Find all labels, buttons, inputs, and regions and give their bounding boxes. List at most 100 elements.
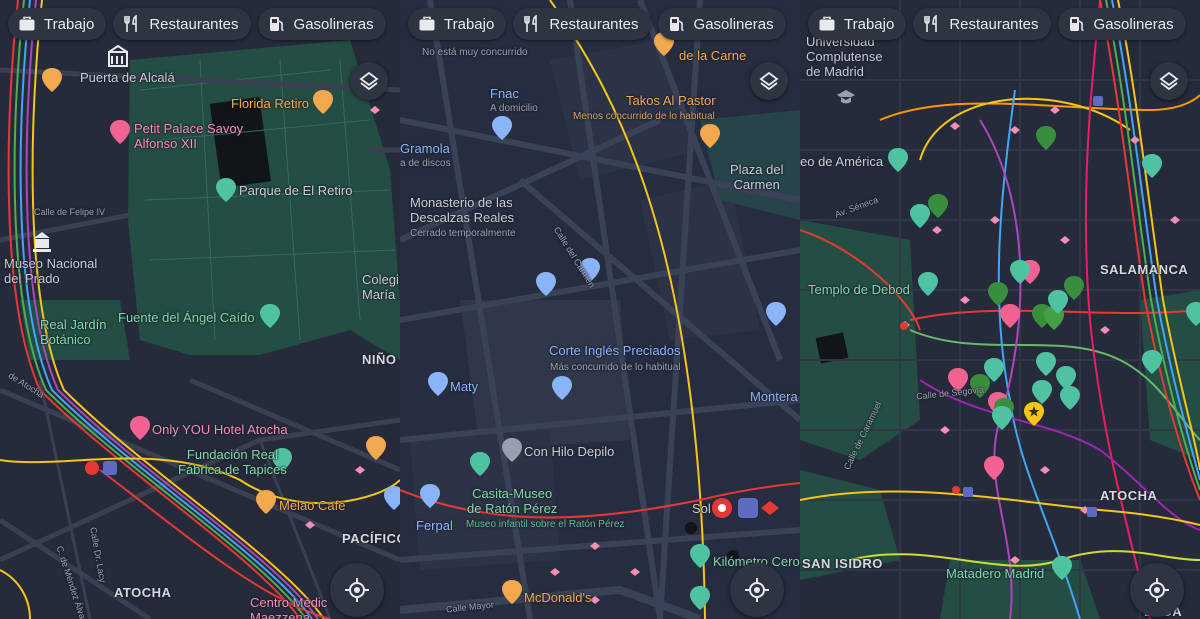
my-location-icon — [1145, 578, 1169, 602]
briefcase-icon — [19, 16, 35, 31]
category-chips: Trabajo Restaurantes Gasolineras — [8, 8, 386, 40]
my-location-icon — [745, 578, 769, 602]
chip-restaurantes[interactable]: Restaurantes — [913, 8, 1051, 40]
map-label: a de discos — [400, 158, 451, 169]
chip-gasolineras[interactable]: Gasolineras — [1057, 8, 1186, 40]
hotel-pin-icon[interactable] — [130, 416, 150, 440]
shop-pin-icon[interactable] — [420, 484, 440, 508]
district-label: ATOCHA — [114, 585, 172, 600]
map-label: Menos concurrido de lo habitual — [573, 111, 715, 122]
map-label: Colegi María D — [362, 272, 400, 302]
layers-button[interactable] — [750, 62, 788, 100]
map-label: Templo de Debod — [808, 282, 910, 297]
map-label: No está muy concurrido — [422, 47, 528, 58]
category-chips: Trabajo Restaurantes Gasolineras — [808, 8, 1186, 40]
gas-pump-icon — [1069, 17, 1084, 31]
monument-pin-icon[interactable] — [690, 586, 710, 610]
chip-label: Trabajo — [844, 15, 895, 33]
shop-pin-icon[interactable] — [428, 372, 448, 396]
hotel-pin-icon[interactable] — [110, 120, 130, 144]
chip-label: Restaurantes — [549, 15, 639, 33]
shop-pin-icon[interactable] — [552, 376, 572, 400]
museum-pin-icon[interactable] — [888, 148, 908, 172]
layers-button[interactable] — [1150, 62, 1188, 100]
map-panel-retiro[interactable]: Puerta de Alcalá Florida Retiro Petit Pa… — [0, 0, 400, 619]
museum-pin-icon[interactable] — [690, 544, 710, 568]
map-label: Matadero Madrid — [946, 566, 1045, 581]
my-location-button[interactable] — [1130, 563, 1184, 617]
place-pin-icon[interactable] — [992, 406, 1012, 430]
map-label: Fundación Real Fábrica de Tapices — [178, 447, 287, 477]
train-station-icon — [738, 498, 758, 518]
generic-pin-icon[interactable] — [502, 438, 522, 462]
monument-icon — [108, 44, 128, 67]
map-label: Puerta de Alcalá — [80, 70, 175, 85]
park-pin-icon[interactable] — [216, 178, 236, 202]
place-pin-icon[interactable] — [1060, 386, 1080, 410]
restaurant-pin-icon[interactable] — [366, 436, 386, 460]
map-panel-madrid[interactable]: Universidad Complutense de Madrid eo de … — [800, 0, 1200, 619]
favorite-pin-icon[interactable] — [1000, 304, 1020, 328]
shop-pin-icon[interactable] — [766, 302, 786, 326]
monument-pin-icon[interactable] — [918, 272, 938, 296]
shop-pin-icon[interactable] — [384, 486, 400, 510]
map-label: Only YOU Hotel Atocha — [152, 422, 288, 437]
my-location-icon — [345, 578, 369, 602]
monument-pin-icon[interactable] — [260, 304, 280, 328]
restaurant-pin-icon[interactable] — [313, 90, 333, 114]
museum-pin-icon[interactable] — [1052, 556, 1072, 580]
saved-pin-icon[interactable] — [1036, 126, 1056, 150]
chip-trabajo[interactable]: Trabajo — [808, 8, 907, 40]
gas-pump-icon — [669, 17, 684, 31]
map-label: Ferpal — [416, 518, 453, 533]
place-pin-icon[interactable] — [1186, 302, 1200, 326]
map-panel-sol[interactable]: No está muy concurrido de la Carne Fnac … — [400, 0, 800, 619]
chip-restaurantes[interactable]: Restaurantes — [113, 8, 251, 40]
fork-knife-icon — [524, 15, 538, 32]
district-label: ATOCHA — [1100, 488, 1158, 503]
chip-label: Trabajo — [444, 15, 495, 33]
restaurant-pin-icon[interactable] — [502, 580, 522, 604]
place-pin-icon[interactable] — [1036, 352, 1056, 376]
place-pin-icon[interactable] — [1032, 380, 1052, 404]
museum-pin-icon[interactable] — [910, 204, 930, 228]
district-label: SALAMANCA — [1100, 262, 1189, 277]
chip-label: Gasolineras — [293, 15, 374, 33]
my-location-button[interactable] — [330, 563, 384, 617]
map-label: Melao Café — [279, 498, 346, 513]
chip-restaurantes[interactable]: Restaurantes — [513, 8, 651, 40]
saved-pin-icon[interactable] — [988, 282, 1008, 306]
map-label: Con Hilo Depilo — [524, 444, 615, 459]
place-pin-icon[interactable] — [1142, 350, 1162, 374]
restaurant-pin-icon[interactable] — [42, 68, 62, 92]
place-pin-icon[interactable] — [1048, 290, 1068, 314]
chip-trabajo[interactable]: Trabajo — [408, 8, 507, 40]
train-station-icon — [103, 461, 117, 475]
restaurant-pin-icon[interactable] — [700, 124, 720, 148]
briefcase-icon — [419, 16, 435, 31]
museum-pin-icon[interactable] — [470, 452, 490, 476]
shop-pin-icon[interactable] — [536, 272, 556, 296]
place-pin-icon[interactable] — [1010, 260, 1030, 284]
restaurant-pin-icon[interactable] — [256, 490, 276, 514]
map-label: Casita-Museo de Ratón Pérez — [467, 486, 558, 516]
map-label: Real Jardín Botánico — [40, 317, 107, 347]
map-label: Parque de El Retiro — [239, 183, 353, 198]
gas-pump-icon — [269, 17, 284, 31]
chip-gasolineras[interactable]: Gasolineras — [257, 8, 386, 40]
favorite-pin-icon[interactable] — [984, 456, 1004, 480]
saved-pin-icon[interactable] — [928, 194, 948, 218]
shop-pin-icon[interactable] — [492, 116, 512, 140]
place-pin-icon[interactable] — [1142, 154, 1162, 178]
star-pin-icon[interactable] — [1024, 402, 1044, 426]
layers-icon — [359, 71, 379, 91]
map-label: Montera — [750, 389, 798, 404]
fork-knife-icon — [924, 15, 938, 32]
my-location-button[interactable] — [730, 563, 784, 617]
chip-trabajo[interactable]: Trabajo — [8, 8, 107, 40]
layers-icon — [1159, 71, 1179, 91]
category-chips: Trabajo Restaurantes Gasolineras — [408, 8, 786, 40]
chip-gasolineras[interactable]: Gasolineras — [657, 8, 786, 40]
fork-knife-icon — [124, 15, 138, 32]
layers-button[interactable] — [350, 62, 388, 100]
